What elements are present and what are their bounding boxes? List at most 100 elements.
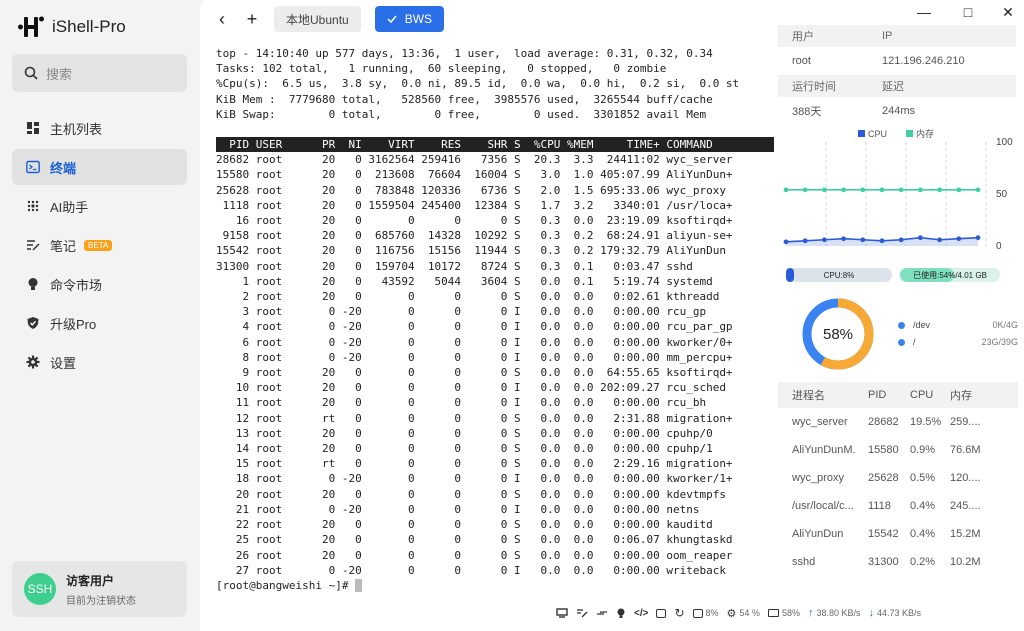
avatar: SSH <box>24 573 56 605</box>
process-line: 9 root 20 0 0 0 0 S 0.0 0.0 64:55.65 kso… <box>216 366 733 380</box>
process-line: 1118 root 20 0 1559504 245400 12384 S 1.… <box>216 198 733 212</box>
mem-point <box>918 187 923 193</box>
process-row[interactable]: wyc_server 28682 19.5% 259.... <box>778 408 1018 436</box>
legend-label: CPU <box>868 129 887 139</box>
uptime-value: 388天 <box>792 106 822 118</box>
app-window: iShell-Pro 搜索 主机列表 终端 AI助手 笔记 BETA 命令市场 … <box>0 0 1024 631</box>
arrow-down-icon: ↓ <box>868 607 874 619</box>
sidebar-item-terminal[interactable]: 终端 <box>12 149 187 185</box>
sidebar: iShell-Pro 搜索 主机列表 终端 AI助手 笔记 BETA 命令市场 … <box>0 0 200 631</box>
new-tab-button[interactable]: + <box>244 8 260 30</box>
disk-item: / 23G/39G <box>898 337 1018 347</box>
prompt-text: [root@bangweishi ~]# <box>216 578 356 592</box>
col-name: 进程名 <box>792 390 825 402</box>
process-line: 2 root 20 0 0 0 0 S 0.0 0.0 0:02.61 kthr… <box>216 290 720 304</box>
gear-icon <box>26 355 40 369</box>
sidebar-item-notes[interactable]: 笔记 BETA <box>12 227 187 263</box>
mem-point <box>802 187 808 193</box>
upload-speed: 38.80 KB/s <box>816 608 861 618</box>
cpu-point <box>975 235 981 241</box>
proc-mem: 259.... <box>950 416 981 428</box>
cpu-point <box>783 239 789 245</box>
disk-dot <box>898 321 905 329</box>
mem-status: ⚙ 54 % <box>727 607 760 620</box>
search-input[interactable]: 搜索 <box>12 54 187 92</box>
terminal-panel: ‹ + 本地Ubuntu BWS top - 14:10:40 up 577 d… <box>200 0 778 631</box>
y-tick-label: 100 <box>996 137 1013 148</box>
tab-bws[interactable]: BWS <box>374 6 445 32</box>
cpu-status: 8% <box>692 608 719 618</box>
user-status: 目前为注销状态 <box>66 595 136 607</box>
download-speed: 44.73 KB/s <box>876 608 922 618</box>
sidebar-item-market[interactable]: 命令市场 <box>12 266 187 302</box>
mem-status-value: 54 % <box>739 608 760 618</box>
minimize-button[interactable]: — <box>914 4 934 20</box>
mem-bar-label: 已使用:54%/4.01 GB <box>913 270 987 280</box>
refresh-icon[interactable]: ↻ <box>674 606 684 620</box>
proc-mem: 76.6M <box>950 444 981 456</box>
process-line: 6 root 0 -20 0 0 0 I 0.0 0.0 0:00.00 kwo… <box>216 335 733 349</box>
process-line: 15542 root 20 0 116756 15156 11944 S 0.3… <box>216 244 726 258</box>
sidebar-item-label: 终端 <box>50 160 77 176</box>
proc-cpu: 0.4% <box>910 500 936 512</box>
mem-point <box>937 187 942 193</box>
monitor-toggle-icon[interactable] <box>556 608 568 618</box>
process-line: 14 root 20 0 0 0 0 S 0.0 0.0 0:00.00 cpu… <box>216 442 713 456</box>
process-line: 9158 root 20 0 685760 14328 10292 S 0.3 … <box>216 229 733 243</box>
mem-point <box>841 187 846 193</box>
process-row[interactable]: /usr/local/c... 1118 0.4% 245.... <box>778 492 1018 520</box>
process-line: 20 root 20 0 0 0 0 S 0.0 0.0 0:00.00 kde… <box>216 487 726 501</box>
sidebar-item-ai[interactable]: AI助手 <box>12 188 187 224</box>
proc-mem: 245.... <box>950 500 981 512</box>
process-row[interactable]: AliYunDun 15542 0.4% 15.2M <box>778 520 1018 548</box>
col-mem: 内存 <box>950 390 972 402</box>
cpu-point <box>918 235 923 241</box>
memory-icon: ⚙ <box>726 607 737 620</box>
beta-badge: BETA <box>84 239 113 251</box>
proc-name: AliYunDunM... <box>792 444 856 456</box>
sidebar-item-upgrade[interactable]: 升级Pro <box>12 305 187 341</box>
sidebar-item-hosts[interactable]: 主机列表 <box>12 110 187 146</box>
note-toggle-icon[interactable] <box>576 608 588 618</box>
monitor-panel: — □ ✕ 用户 IP root 121.196.246.210 运行时间 延迟 38… <box>778 0 1024 631</box>
proc-pid: 15580 <box>868 444 899 456</box>
process-row[interactable]: wyc_proxy 25628 0.5% 120.... <box>778 464 1018 492</box>
ip-label: IP <box>882 30 893 42</box>
sidebar-item-label: AI助手 <box>50 199 89 215</box>
process-row[interactable]: AliYunDunM... 15580 0.9% 76.6M <box>778 436 1018 464</box>
check-icon <box>387 15 397 24</box>
proc-cpu: 0.4% <box>910 528 936 540</box>
disk-name: /dev <box>913 320 931 330</box>
close-button[interactable]: ✕ <box>998 4 1018 21</box>
transfer-icon[interactable] <box>596 608 608 618</box>
back-button[interactable]: ‹ <box>214 8 230 30</box>
process-table: 进程名 PID CPU 内存 wyc_server 28682 19.5% 259..… <box>778 382 1018 576</box>
shield-icon <box>27 317 39 329</box>
maximize-button[interactable]: □ <box>958 4 978 20</box>
cursor <box>355 579 363 593</box>
disk-percent: 58% <box>823 326 853 343</box>
keyboard-icon[interactable] <box>656 608 667 618</box>
grid-icon <box>27 122 39 134</box>
latency-value: 244ms <box>882 105 916 117</box>
mem-point <box>822 187 827 193</box>
process-row[interactable]: sshd 31300 0.2% 10.2M <box>778 548 1018 576</box>
process-line: 15 root rt 0 0 0 0 S 0.0 0.0 2:29.16 mig… <box>216 457 733 471</box>
usage-chart: 100 50 0 CPU 内存 <box>783 128 1013 252</box>
y-tick-label: 0 <box>996 241 1002 252</box>
app-logo: iShell-Pro <box>18 14 126 40</box>
process-line: 25 root 20 0 0 0 0 S 0.0 0.0 0:06.07 khu… <box>216 533 733 547</box>
tab-local-ubuntu[interactable]: 本地Ubuntu <box>274 6 361 32</box>
proc-cpu: 0.2% <box>910 556 936 568</box>
host-info: 用户 IP root 121.196.246.210 运行时间 延迟 388天 244m… <box>778 25 1016 125</box>
process-line: 16 root 20 0 0 0 0 S 0.3 0.0 23:19.09 ks… <box>216 214 733 228</box>
tab-bar: ‹ + 本地Ubuntu BWS <box>214 6 445 32</box>
process-line: 13 root 20 0 0 0 0 S 0.0 0.0 0:00.00 cpu… <box>216 426 713 440</box>
bulb-icon[interactable] <box>616 608 626 619</box>
mem-point <box>783 187 789 193</box>
user-card[interactable]: SSH 访客用户 目前为注销状态 <box>12 561 187 617</box>
sidebar-item-settings[interactable]: 设置 <box>12 344 187 380</box>
terminal-output[interactable]: top - 14:10:40 up 577 days, 13:36, 1 use… <box>216 46 774 593</box>
proc-name: sshd <box>792 556 816 568</box>
code-icon[interactable]: </> <box>634 608 648 619</box>
